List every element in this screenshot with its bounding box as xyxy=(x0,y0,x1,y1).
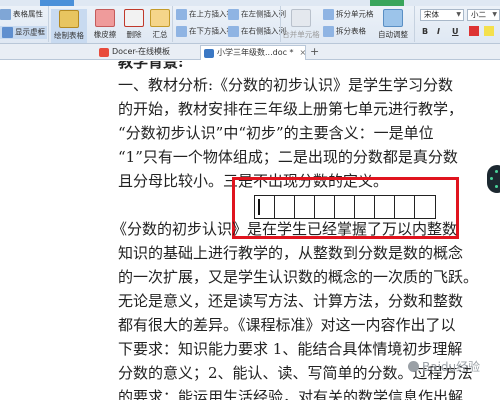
close-icon[interactable]: × xyxy=(300,48,307,57)
split-cells-icon xyxy=(323,9,334,20)
chevron-down-icon: ▼ xyxy=(492,11,497,18)
table-cell[interactable] xyxy=(275,196,295,218)
ribbon-toolbar: 表格属性 显示虚框 绘制表格 橡皮擦 删除 汇总 在上方插入行 在下方插入行 在… xyxy=(0,0,500,44)
doc-line: 一、教材分析:《分数的初步认识》是学生学习分数 xyxy=(118,76,454,94)
table-cell[interactable] xyxy=(295,196,315,218)
table-cell[interactable] xyxy=(415,196,435,218)
table-cell[interactable] xyxy=(355,196,375,218)
doc-line: 下要求：知识能力要求 1、能结合具体情境初步理解 xyxy=(118,340,463,358)
bold-button[interactable]: B xyxy=(422,27,428,36)
ribbon-divider xyxy=(48,6,49,42)
sum-icon xyxy=(150,9,170,27)
insert-col-right-icon xyxy=(228,26,239,37)
font-name-select[interactable]: 宋体 ▼ xyxy=(420,9,464,21)
table-cell[interactable] xyxy=(255,196,275,218)
split-table-button[interactable]: 拆分表格 xyxy=(323,26,366,37)
chevron-down-icon: ▼ xyxy=(456,11,461,18)
underline-button[interactable]: U xyxy=(452,27,459,36)
pencil-icon xyxy=(59,10,79,28)
doc-line: 《分数的初步认识》是在学生已经掌握了万以内整数 xyxy=(112,220,458,238)
doc-line: 的一次扩展，又是学生认识数的概念的一次质的飞跃。 xyxy=(118,268,479,286)
summary-button[interactable]: 汇总 xyxy=(150,9,170,40)
merge-cells-button[interactable]: 合并单元格 xyxy=(281,9,321,40)
table-properties-button[interactable]: 表格属性 xyxy=(0,9,43,20)
new-tab-button[interactable]: + xyxy=(310,45,319,59)
merge-cells-icon xyxy=(291,9,311,27)
word-doc-icon xyxy=(204,49,214,58)
eraser-button[interactable]: 橡皮擦 xyxy=(89,9,121,40)
doc-line: 知识的基础上进行教学的，从整数到分数是数的概念 xyxy=(118,244,464,262)
table-cell[interactable] xyxy=(375,196,395,218)
doc-line: 的开始，教材安排在三年级上册第七单元进行教学， xyxy=(118,100,464,118)
insert-row-below-button[interactable]: 在下方插入行 xyxy=(176,26,234,37)
document-tab-bar: Docer-在线模板 小学三年级数...doc * × + xyxy=(0,44,500,60)
font-color-icon[interactable] xyxy=(469,26,479,36)
table-cell[interactable] xyxy=(315,196,335,218)
table-properties-icon xyxy=(0,9,11,20)
tab-docer[interactable]: Docer-在线模板 xyxy=(96,45,198,60)
eraser-icon xyxy=(95,9,115,27)
doc-line: 都有很大的差异。《课程标准》对这一内容作出了以 xyxy=(118,316,456,334)
table-cell[interactable] xyxy=(395,196,415,218)
insert-row-above-button[interactable]: 在上方插入行 xyxy=(176,9,234,20)
table-cell[interactable] xyxy=(335,196,355,218)
delete-button[interactable]: 删除 xyxy=(122,9,146,40)
insert-row-below-icon xyxy=(176,26,187,37)
show-gridlines-button[interactable]: 显示虚框 xyxy=(0,26,47,39)
gridlines-icon xyxy=(2,27,13,38)
insert-col-left-icon xyxy=(228,9,239,20)
baidu-paw-icon xyxy=(408,361,419,372)
font-size-select[interactable]: 小二 ▼ xyxy=(467,9,500,21)
ribbon-divider xyxy=(172,6,173,42)
italic-button[interactable]: I xyxy=(437,27,440,36)
document-page[interactable]: 教学背景: 一、教材分析:《分数的初步认识》是学生学习分数 的开始，教材安排在三… xyxy=(0,61,500,400)
highlight-icon[interactable] xyxy=(484,26,494,36)
doc-line: “1”只有一个物体组成；二是出现的分数都是真分数 xyxy=(118,148,458,166)
floating-widget-icon[interactable] xyxy=(487,165,500,193)
auto-fit-button[interactable]: 自动调整 xyxy=(375,9,411,40)
tab-current-document[interactable]: 小学三年级数...doc * × xyxy=(200,45,306,60)
inserted-table[interactable] xyxy=(254,195,436,219)
draw-table-button[interactable]: 绘制表格 xyxy=(51,9,87,43)
ribbon-tab-strip xyxy=(0,0,500,6)
docer-icon xyxy=(99,48,109,57)
ribbon-tab-blue[interactable] xyxy=(40,0,74,6)
insert-col-right-button[interactable]: 在右侧插入列 xyxy=(228,26,286,37)
doc-heading: 教学背景: xyxy=(118,61,184,71)
ribbon-tab-green[interactable] xyxy=(370,0,404,6)
ribbon-divider xyxy=(414,6,415,42)
delete-table-icon xyxy=(124,9,144,27)
doc-line: 的要求：能运用生活经验，对有关的数学信息作出解 xyxy=(118,388,464,400)
text-cursor xyxy=(258,199,260,215)
insert-row-above-icon xyxy=(176,9,187,20)
split-table-icon xyxy=(323,26,334,37)
doc-line: 无论是意义，还是读写方法、计算方法，分数和整数 xyxy=(118,292,464,310)
split-cells-button[interactable]: 拆分单元格 xyxy=(323,9,374,20)
doc-line: “分数初步认识”中“初步”的主要含义：一是单位 xyxy=(118,124,434,142)
insert-col-left-button[interactable]: 在左侧插入列 xyxy=(228,9,286,20)
auto-fit-icon xyxy=(383,9,403,27)
watermark: Baidu经验 xyxy=(408,358,480,375)
